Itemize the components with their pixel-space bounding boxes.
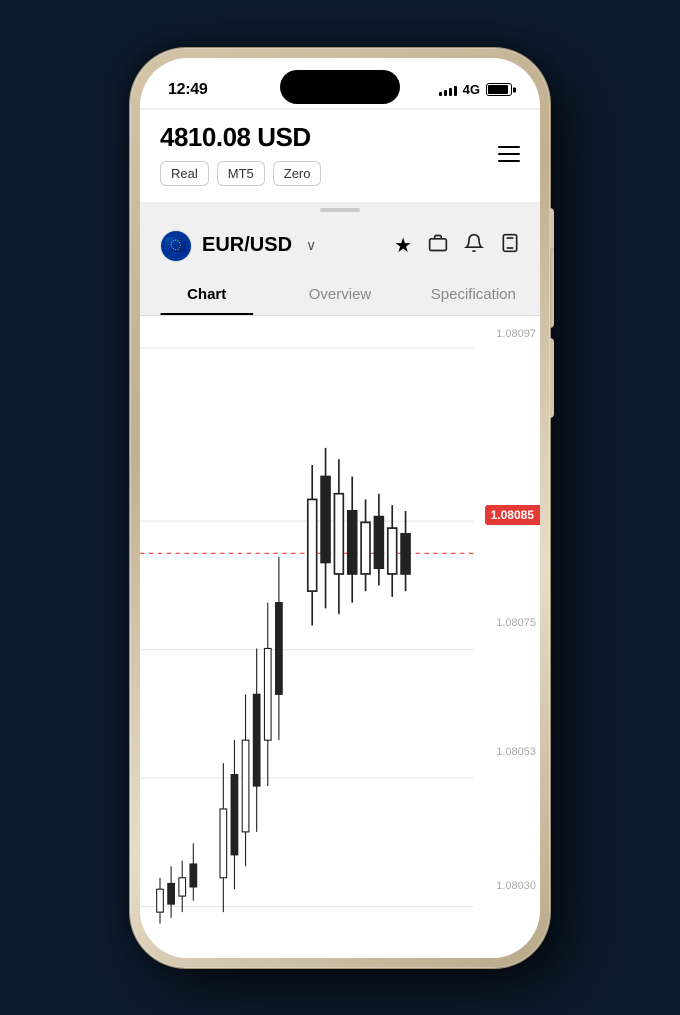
- calculator-icon[interactable]: [500, 233, 520, 259]
- status-indicators: 4G: [439, 82, 512, 97]
- symbol-left[interactable]: 🇪🇺 EUR/USD ∨: [160, 230, 316, 262]
- dynamic-island: [280, 70, 400, 104]
- ask-price-badge: 1.08085: [485, 505, 540, 525]
- tab-overview[interactable]: Overview: [273, 274, 406, 315]
- briefcase-icon[interactable]: [428, 233, 448, 259]
- phone-frame: 12:49 4G 4810.08 USD: [130, 48, 550, 968]
- price-level-4: 1.08053: [496, 746, 536, 758]
- account-balance: 4810.08 USD: [160, 122, 321, 153]
- tabs-bar: Chart Overview Specification: [140, 274, 540, 316]
- symbol-flag: 🇪🇺: [160, 230, 192, 262]
- network-label: 4G: [463, 82, 480, 97]
- tab-specification[interactable]: Specification: [407, 274, 540, 315]
- account-tags: Real MT5 Zero: [160, 161, 321, 186]
- tag-real[interactable]: Real: [160, 161, 209, 186]
- status-time: 12:49: [168, 81, 207, 99]
- favorite-button[interactable]: ★: [394, 233, 412, 258]
- menu-button[interactable]: [498, 146, 520, 162]
- drag-handle-area: [140, 202, 540, 218]
- chevron-down-icon[interactable]: ∨: [306, 237, 316, 254]
- battery-icon: [486, 83, 512, 96]
- price-level-5: 1.08030: [496, 880, 536, 892]
- drag-handle: [320, 208, 360, 212]
- tag-mt5[interactable]: MT5: [217, 161, 265, 186]
- price-labels: 1.08097 1.08075 1.08053 1.08030: [482, 316, 540, 958]
- price-level-3: 1.08075: [496, 617, 536, 629]
- bell-icon[interactable]: [464, 233, 484, 259]
- account-info: 4810.08 USD Real MT5 Zero: [160, 122, 321, 186]
- phone-screen: 12:49 4G 4810.08 USD: [140, 58, 540, 958]
- account-header: 4810.08 USD Real MT5 Zero: [140, 110, 540, 202]
- symbol-actions: ★: [394, 233, 520, 259]
- chart-area[interactable]: 1.08097 1.08075 1.08053 1.08030 1.08085 …: [140, 316, 540, 958]
- chart-container: 1.08097 1.08075 1.08053 1.08030 1.08085 …: [140, 316, 540, 958]
- symbol-header: 🇪🇺 EUR/USD ∨ ★: [140, 218, 540, 274]
- price-level-1: 1.08097: [496, 328, 536, 340]
- signal-icon: [439, 84, 457, 96]
- tag-zero[interactable]: Zero: [273, 161, 322, 186]
- candlestick-chart: [140, 316, 540, 958]
- tab-chart[interactable]: Chart: [140, 274, 273, 315]
- eu-flag-icon: 🇪🇺: [161, 231, 191, 261]
- symbol-name: EUR/USD: [202, 234, 292, 257]
